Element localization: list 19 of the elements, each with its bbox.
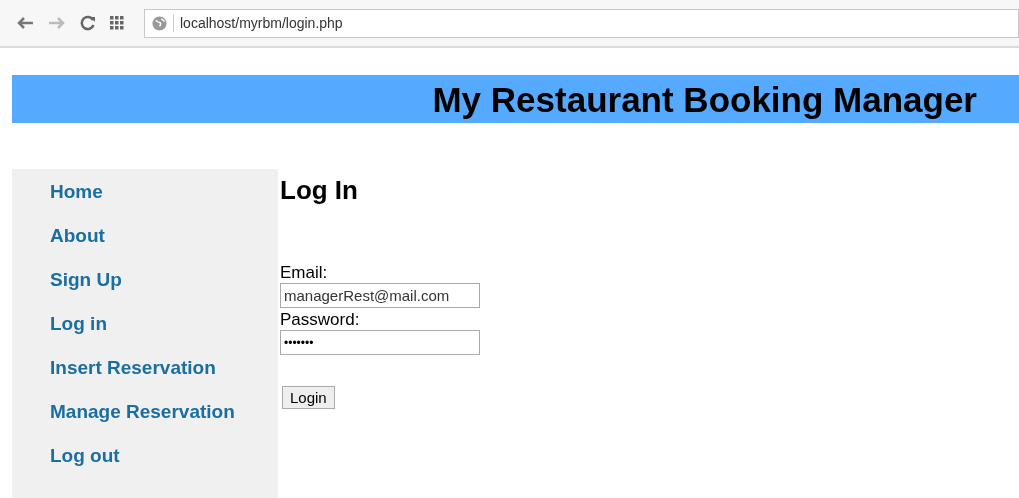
form-heading: Log In [280,175,358,205]
reload-icon[interactable] [80,15,96,31]
nav-link[interactable]: Log out [50,443,240,468]
apps-grid-icon[interactable] [110,16,124,30]
nav-link[interactable]: Insert Reservation [50,355,240,380]
password-field[interactable]: ••••••• [280,330,480,355]
back-icon[interactable] [16,16,34,30]
nav-link[interactable]: Log in [50,311,240,336]
email-field[interactable]: managerRest@mail.com [280,283,480,308]
url-text: localhost/myrbm/login.php [180,13,343,33]
nav-link[interactable]: Sign Up [50,267,240,292]
login-button[interactable]: Login [282,386,335,409]
nav-link[interactable]: Manage Reservation [50,399,240,424]
address-bar[interactable]: localhost/myrbm/login.php [144,8,1019,38]
nav-link[interactable]: About [50,223,240,248]
nav-link[interactable]: Home [50,179,240,204]
page-title: My Restaurant Booking Manager [432,81,977,117]
password-label: Password: [280,310,360,330]
email-label: Email: [280,263,328,283]
